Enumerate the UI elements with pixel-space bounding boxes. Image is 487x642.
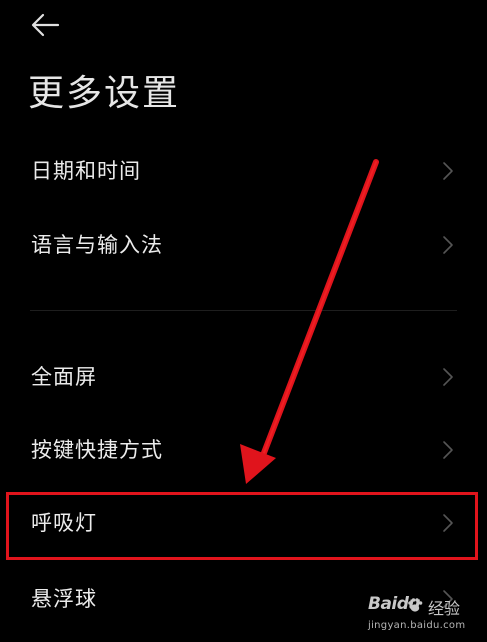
annotation-highlight-box (6, 492, 478, 560)
settings-item-label: 语言与输入法 (31, 233, 163, 257)
watermark: Baidu 经验 jingyan.baidu.com (364, 592, 482, 638)
settings-item-button-shortcuts[interactable]: 按键快捷方式 (0, 421, 487, 481)
chevron-right-icon (443, 236, 453, 254)
arrow-left-icon (31, 13, 60, 37)
section-divider (30, 310, 457, 311)
chevron-right-icon (443, 441, 453, 459)
back-button[interactable] (30, 12, 60, 38)
watermark-label: 经验 (428, 599, 461, 618)
settings-item-label: 悬浮球 (31, 587, 97, 611)
chevron-right-icon (443, 368, 453, 386)
chevron-right-icon (443, 162, 453, 180)
paw-icon (408, 598, 423, 612)
watermark-url: jingyan.baidu.com (368, 620, 466, 631)
settings-item-language-input[interactable]: 语言与输入法 (0, 216, 487, 276)
settings-item-date-time[interactable]: 日期和时间 (0, 142, 487, 202)
settings-item-label: 日期和时间 (31, 159, 141, 183)
settings-item-label: 全面屏 (31, 365, 97, 389)
settings-item-label: 按键快捷方式 (31, 438, 163, 462)
settings-item-full-screen[interactable]: 全面屏 (0, 348, 487, 408)
page-title: 更多设置 (28, 73, 181, 114)
